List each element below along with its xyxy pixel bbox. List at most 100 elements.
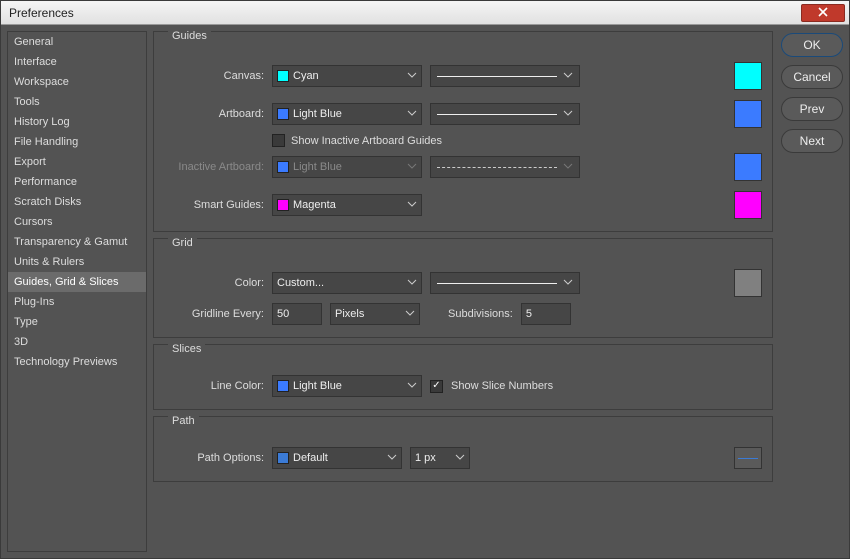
smart-swatch-icon xyxy=(277,199,289,211)
inactive-artboard-dropdown: Light Blue xyxy=(272,156,422,178)
artboard-swatch-icon xyxy=(277,108,289,120)
close-icon xyxy=(818,4,828,22)
path-legend: Path xyxy=(168,415,199,427)
smart-value: Magenta xyxy=(293,199,336,211)
path-width-dropdown[interactable]: 1 px xyxy=(410,447,470,469)
gridline-unit-value: Pixels xyxy=(335,308,364,320)
grid-legend: Grid xyxy=(168,237,197,249)
inactive-artboard-label: Inactive Artboard: xyxy=(164,161,264,173)
main-area: Guides Canvas: Cyan xyxy=(153,31,843,552)
slice-line-value: Light Blue xyxy=(293,380,342,392)
canvas-label: Canvas: xyxy=(164,70,264,82)
cancel-button[interactable]: Cancel xyxy=(781,65,843,89)
canvas-swatch-icon xyxy=(277,70,289,82)
sidebar-item-type[interactable]: Type xyxy=(8,312,146,332)
grid-panel: Grid Color: Custom... xyxy=(153,238,773,338)
chevron-down-icon xyxy=(455,452,465,465)
canvas-color-dropdown[interactable]: Cyan xyxy=(272,65,422,87)
grid-swatch[interactable] xyxy=(734,269,762,297)
sidebar-item-cursors[interactable]: Cursors xyxy=(8,212,146,232)
path-preview-swatch[interactable] xyxy=(734,447,762,469)
path-options-value: Default xyxy=(293,452,328,464)
sidebar-item-general[interactable]: General xyxy=(8,32,146,52)
artboard-value: Light Blue xyxy=(293,108,342,120)
panels: Guides Canvas: Cyan xyxy=(153,31,773,552)
titlebar: Preferences xyxy=(1,1,849,25)
sidebar-item-plug-ins[interactable]: Plug-Ins xyxy=(8,292,146,312)
smart-swatch[interactable] xyxy=(734,191,762,219)
solid-line-icon xyxy=(437,114,557,115)
sidebar-item-scratch-disks[interactable]: Scratch Disks xyxy=(8,192,146,212)
artboard-swatch[interactable] xyxy=(734,100,762,128)
solid-line-icon xyxy=(437,283,557,284)
canvas-value: Cyan xyxy=(293,70,319,82)
gridline-every-input[interactable] xyxy=(272,303,322,325)
grid-style-dropdown[interactable] xyxy=(430,272,580,294)
show-inactive-label: Show Inactive Artboard Guides xyxy=(291,135,442,147)
canvas-style-dropdown[interactable] xyxy=(430,65,580,87)
sidebar-item-units-rulers[interactable]: Units & Rulers xyxy=(8,252,146,272)
inactive-swatch[interactable] xyxy=(734,153,762,181)
solid-line-icon xyxy=(437,76,557,77)
slice-swatch-icon xyxy=(277,380,289,392)
sidebar-item-tools[interactable]: Tools xyxy=(8,92,146,112)
path-options-label: Path Options: xyxy=(164,452,264,464)
chevron-down-icon xyxy=(387,452,397,465)
dialog-buttons: OK Cancel Prev Next xyxy=(781,31,843,552)
artboard-color-dropdown[interactable]: Light Blue xyxy=(272,103,422,125)
slice-line-color-label: Line Color: xyxy=(164,380,264,392)
canvas-swatch[interactable] xyxy=(734,62,762,90)
chevron-down-icon xyxy=(563,105,573,123)
inactive-style-dropdown xyxy=(430,156,580,178)
chevron-down-icon xyxy=(407,70,417,83)
category-sidebar: GeneralInterfaceWorkspaceToolsHistory Lo… xyxy=(7,31,147,552)
guides-legend: Guides xyxy=(168,30,211,42)
chevron-down-icon xyxy=(405,308,415,321)
sidebar-item-3d[interactable]: 3D xyxy=(8,332,146,352)
slices-legend: Slices xyxy=(168,343,205,355)
guides-panel: Guides Canvas: Cyan xyxy=(153,31,773,232)
artboard-label: Artboard: xyxy=(164,108,264,120)
sidebar-item-guides-grid-slices[interactable]: Guides, Grid & Slices xyxy=(8,272,146,292)
sidebar-item-interface[interactable]: Interface xyxy=(8,52,146,72)
show-inactive-checkbox[interactable] xyxy=(272,134,285,147)
close-button[interactable] xyxy=(801,4,845,22)
subdivisions-label: Subdivisions: xyxy=(448,308,513,320)
sidebar-item-technology-previews[interactable]: Technology Previews xyxy=(8,352,146,372)
chevron-down-icon xyxy=(407,277,417,290)
smart-guides-label: Smart Guides: xyxy=(164,199,264,211)
inactive-value: Light Blue xyxy=(293,161,342,173)
smart-guides-dropdown[interactable]: Magenta xyxy=(272,194,422,216)
gridline-every-label: Gridline Every: xyxy=(164,308,264,320)
ok-button[interactable]: OK xyxy=(781,33,843,57)
show-slice-numbers-checkbox[interactable] xyxy=(430,380,443,393)
chevron-down-icon xyxy=(407,380,417,393)
sidebar-item-file-handling[interactable]: File Handling xyxy=(8,132,146,152)
chevron-down-icon xyxy=(407,161,417,174)
sidebar-item-workspace[interactable]: Workspace xyxy=(8,72,146,92)
artboard-style-dropdown[interactable] xyxy=(430,103,580,125)
path-options-dropdown[interactable]: Default xyxy=(272,447,402,469)
sidebar-item-export[interactable]: Export xyxy=(8,152,146,172)
grid-color-label: Color: xyxy=(164,277,264,289)
sidebar-item-performance[interactable]: Performance xyxy=(8,172,146,192)
sidebar-item-transparency-gamut[interactable]: Transparency & Gamut xyxy=(8,232,146,252)
path-line-icon xyxy=(738,458,758,459)
subdivisions-input[interactable] xyxy=(521,303,571,325)
inactive-swatch-icon xyxy=(277,161,289,173)
chevron-down-icon xyxy=(407,108,417,121)
path-width-value: 1 px xyxy=(415,452,436,464)
path-swatch-icon xyxy=(277,452,289,464)
slice-line-color-dropdown[interactable]: Light Blue xyxy=(272,375,422,397)
sidebar-item-history-log[interactable]: History Log xyxy=(8,112,146,132)
grid-color-dropdown[interactable]: Custom... xyxy=(272,272,422,294)
chevron-down-icon xyxy=(407,199,417,212)
prev-button[interactable]: Prev xyxy=(781,97,843,121)
dashed-line-icon xyxy=(437,167,557,168)
path-panel: Path Path Options: Default 1 px xyxy=(153,416,773,482)
chevron-down-icon xyxy=(563,158,573,176)
next-button[interactable]: Next xyxy=(781,129,843,153)
gridline-unit-dropdown[interactable]: Pixels xyxy=(330,303,420,325)
dialog-body: GeneralInterfaceWorkspaceToolsHistory Lo… xyxy=(1,25,849,558)
chevron-down-icon xyxy=(563,274,573,292)
